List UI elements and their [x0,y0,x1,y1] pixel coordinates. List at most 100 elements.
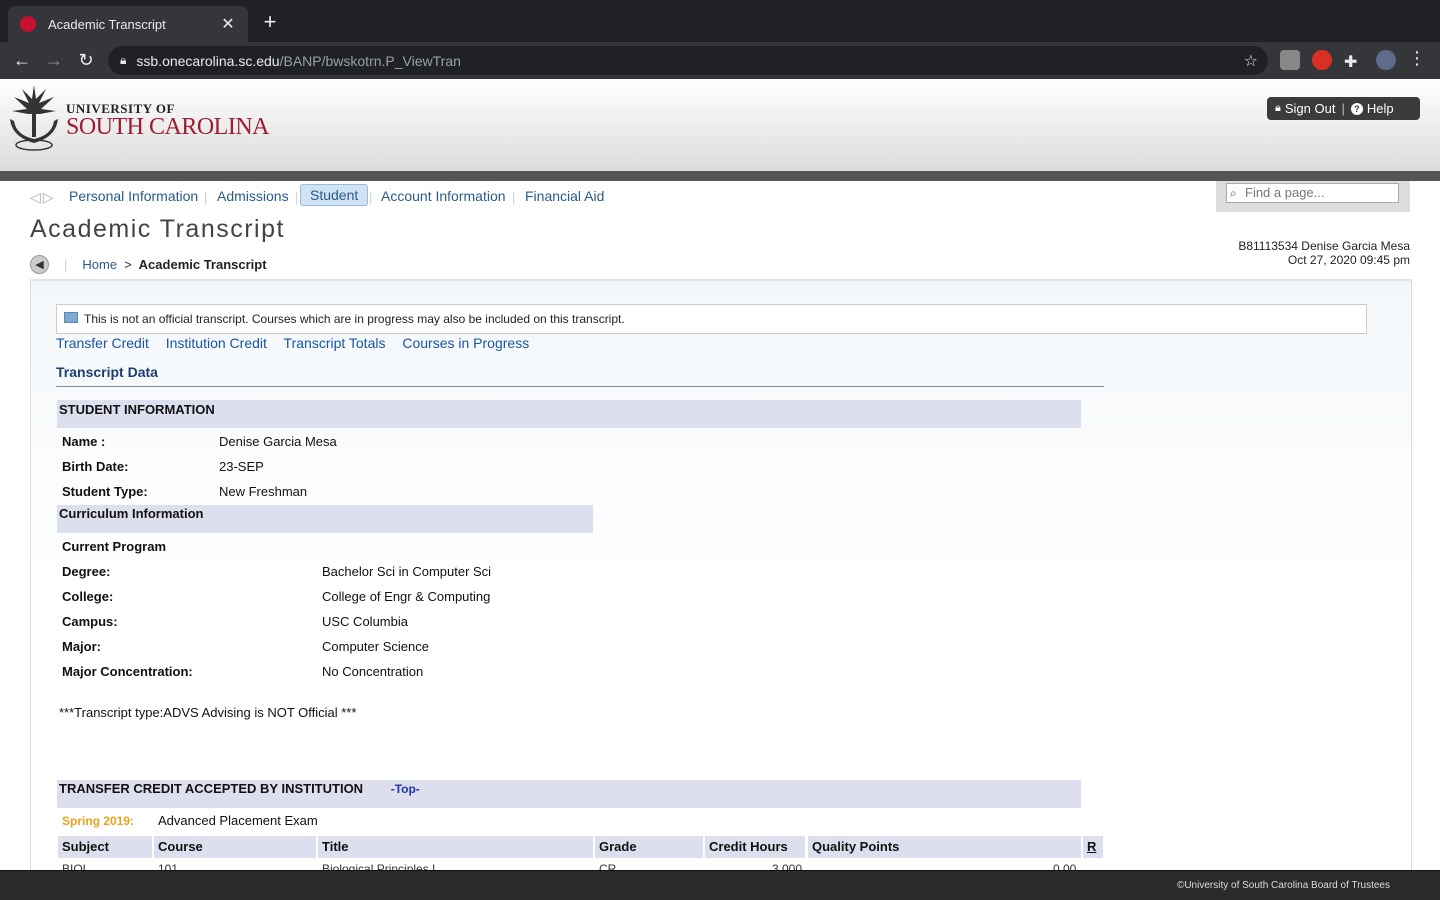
page-title: Academic Transcript [30,215,285,243]
degree-value: Bachelor Sci in Computer Sci [322,564,492,579]
link-courses-in-progress[interactable]: Courses in Progress [402,335,529,351]
major-value: Computer Science [322,639,429,654]
col-header-r: R [1083,836,1103,858]
forward-arrow-icon[interactable]: → [38,50,70,71]
favicon-icon [20,16,36,32]
breadcrumb-separator: > [124,256,132,272]
breadcrumb-divider: | [64,256,68,272]
concentration-label: Major Concentration: [62,664,193,679]
back-arrow-icon[interactable]: ← [6,50,38,71]
curriculum-heading: Curriculum Information [57,505,593,533]
transfer-credit-heading-text: TRANSFER CREDIT ACCEPTED BY INSTITUTION [59,781,364,796]
nav-separator: | [369,190,373,205]
current-program-label: Current Program [62,539,167,554]
help-icon: ? [1350,102,1363,115]
site-header: UNIVERSITY OF SOUTH CAROLINA 🔒︎ Sign Out… [0,79,1440,171]
col-header-credit-hours: Credit Hours [705,836,805,858]
college-label: College: [62,589,114,604]
browser-tab-bar: Academic Transcript ✕ + [0,0,1440,42]
profile-avatar[interactable] [1376,50,1396,70]
bookmark-star-icon[interactable]: ☆ [1244,51,1258,71]
copyright-text: ©University of South Carolina Board of T… [1176,880,1390,891]
term-source: Advanced Placement Exam [158,813,318,828]
nav-separator: | [295,190,299,205]
birth-date-label: Birth Date: [62,459,129,474]
birth-date-value: 23-SEP [219,459,264,474]
transfer-credit-heading: TRANSFER CREDIT ACCEPTED BY INSTITUTION … [57,780,1081,808]
curriculum-heading-text: Curriculum Information [59,506,204,521]
help-link[interactable]: Help [1367,101,1394,116]
tab-title: Academic Transcript [48,16,166,32]
search-icon: ⌕ [1230,186,1237,200]
transcript-data-heading: Transcript Data [56,364,158,380]
name-label: Name : [62,434,106,449]
major-label: Major: [62,639,101,654]
breadcrumb: ◀ | Home > Academic Transcript [30,254,267,274]
logo-south-carolina: SOUTH CAROLINA [66,114,270,140]
extension-icon[interactable] [1280,50,1300,70]
info-message: This is not an official transcript. Cour… [84,312,625,326]
info-speech-icon [64,311,78,323]
nav-separator: | [204,190,208,205]
student-info-heading: STUDENT INFORMATION [57,400,1081,428]
transcript-type-note: ***Transcript type:ADVS Advising is NOT … [59,705,357,720]
term-label: Spring 2019: [62,814,135,828]
col-header-title: Title [318,836,593,858]
find-page-container: ⌕ Find a page... [1216,181,1410,212]
link-transfer-credit[interactable]: Transfer Credit [56,335,149,351]
extensions-puzzle-icon[interactable]: ✚ [1344,52,1364,72]
account-actions: 🔒︎ Sign Out | ? Help [1267,97,1420,120]
col-header-course: Course [154,836,316,858]
link-transcript-totals[interactable]: Transcript Totals [284,335,386,351]
browser-toolbar: ← → ↻ 🔒︎ ssb.onecarolina.sc.edu/BANP/bws… [0,42,1440,79]
breadcrumb-home[interactable]: Home [82,257,117,272]
user-info: B81113534 Denise Garcia Mesa Oct 27, 202… [1238,239,1410,267]
college-value: College of Engr & Computing [322,589,491,604]
usc-logo[interactable]: UNIVERSITY OF SOUTH CAROLINA [6,81,276,153]
back-circle-icon[interactable]: ◀ [30,254,49,274]
nav-scroll-arrows-icon[interactable]: ◁▷ [30,189,56,206]
concentration-value: No Concentration [322,664,424,679]
palmetto-seal-icon [10,85,58,151]
browser-tab[interactable]: Academic Transcript ✕ [8,6,248,42]
browser-menu-icon[interactable]: ⋮ [1408,48,1428,68]
student-type-value: New Freshman [219,484,308,499]
nav-admissions[interactable]: Admissions [217,188,289,204]
section-divider [56,386,1104,387]
main-nav: ◁▷ Personal Information | Admissions | S… [0,181,1440,212]
reload-icon[interactable]: ↻ [70,50,102,71]
nav-student[interactable]: Student [300,184,369,206]
lock-icon: 🔒︎ [120,53,127,67]
link-institution-credit[interactable]: Institution Credit [166,335,267,351]
nav-financial-aid[interactable]: Financial Aid [525,188,604,204]
new-tab-button[interactable]: + [258,10,282,34]
url-path: /BANP/bwskotrn.P_ViewTran [279,52,461,69]
lock-icon: 🔒︎ [1275,102,1281,114]
top-link[interactable]: -Top- [391,782,420,796]
nav-account-information[interactable]: Account Information [381,188,506,204]
address-bar[interactable]: 🔒︎ ssb.onecarolina.sc.edu/BANP/bwskotrn.… [108,46,1268,75]
campus-label: Campus: [62,614,118,629]
separator: | [1341,101,1345,116]
student-info-heading-text: STUDENT INFORMATION [59,402,215,417]
page-footer: ©University of South Carolina Board of T… [0,870,1440,900]
breadcrumb-current: Academic Transcript [138,256,267,272]
nav-separator: | [512,190,516,205]
name-value: Denise Garcia Mesa [219,434,337,449]
col-header-subject: Subject [58,836,152,858]
col-header-grade: Grade [595,836,703,858]
user-id-name: B81113534 Denise Garcia Mesa [1238,239,1410,253]
sign-out-link[interactable]: Sign Out [1285,101,1336,116]
close-tab-icon[interactable]: ✕ [220,14,236,34]
nav-personal-information[interactable]: Personal Information [69,188,198,204]
find-page-input[interactable]: ⌕ Find a page... [1226,183,1399,203]
url-host: ssb.onecarolina.sc.edu [136,52,280,69]
col-header-quality-points: Quality Points [808,836,1081,858]
header-divider [0,171,1440,181]
transcript-links: Transfer Credit Institution Credit Trans… [56,335,542,351]
campus-value: USC Columbia [322,614,408,629]
extension-shield-icon[interactable] [1312,50,1332,70]
student-type-label: Student Type: [62,484,148,499]
session-timestamp: Oct 27, 2020 09:45 pm [1287,253,1410,267]
info-message-box: This is not an official transcript. Cour… [56,304,1367,334]
